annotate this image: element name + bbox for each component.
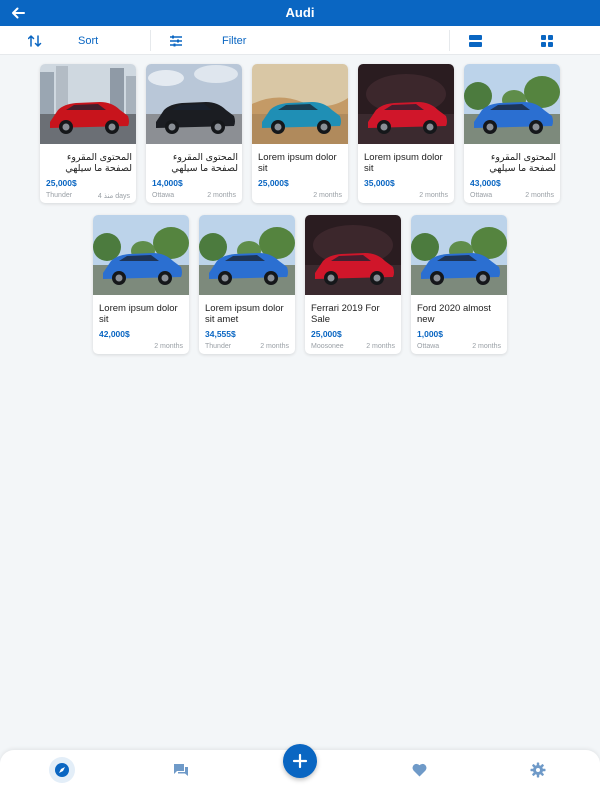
list-view-button[interactable] xyxy=(469,26,482,55)
listing-title: المحتوى المقروء لصفحة ما سيلهي xyxy=(489,152,556,174)
car-photo xyxy=(464,64,560,144)
listing-time: 2 months xyxy=(525,192,554,199)
listing-title: Lorem ipsum dolor sit amet xyxy=(205,303,284,325)
gear-icon xyxy=(530,762,546,778)
listing-card[interactable]: المحتوى المقروء لصفحة ما سيلهي 14,000$ Ott… xyxy=(146,64,242,203)
listing-card[interactable]: Ford 2020 almost new 1,000$ Ottawa 2 months xyxy=(411,215,507,354)
listing-card[interactable]: Lorem ipsum dolor sit amet 34,555$ Thunder… xyxy=(199,215,295,354)
listing-time: 2 months xyxy=(419,192,448,199)
add-listing-button[interactable] xyxy=(283,744,317,778)
listing-location: Ottawa xyxy=(470,192,493,199)
listing-price: 25,000$ xyxy=(46,178,77,188)
toolbar-divider xyxy=(449,30,450,51)
list-view-icon xyxy=(469,34,482,47)
listing-price: 43,000$ xyxy=(470,178,501,188)
listing-title: المحتوى المقروء لصفحة ما سيلهي xyxy=(65,152,132,174)
listing-time: 2 months xyxy=(366,343,395,350)
nav-favorites[interactable] xyxy=(406,757,432,783)
sort-filter-toolbar: Sort Filter xyxy=(0,26,600,55)
listing-time: 2 months xyxy=(260,343,289,350)
nav-messages[interactable] xyxy=(168,757,194,783)
sort-arrows-icon xyxy=(28,34,42,47)
sliders-icon xyxy=(170,35,182,46)
listing-title: Lorem ipsum dolor sit xyxy=(99,303,178,325)
nav-settings[interactable] xyxy=(525,757,551,783)
listing-time: 2 months xyxy=(154,343,183,350)
listing-card[interactable]: المحتوى المقروء لصفحة ما سيلهي 43,000$ Ott… xyxy=(464,64,560,203)
listing-time: 2 months xyxy=(207,192,236,199)
car-photo xyxy=(40,64,136,144)
listing-time: 2 months xyxy=(313,192,342,199)
listing-price: 25,000$ xyxy=(311,329,342,339)
page-title: Audi xyxy=(285,5,315,20)
listing-time: 2 months xyxy=(472,343,501,350)
listing-card[interactable]: Ferrari 2019 For Sale 25,000$ Moosonee 2 mo… xyxy=(305,215,401,354)
listing-location: Ottawa xyxy=(417,343,440,350)
listing-location: Thunder xyxy=(205,343,232,350)
heart-icon xyxy=(412,763,426,777)
listing-title: Ford 2020 almost new xyxy=(417,303,491,325)
listing-price: 35,000$ xyxy=(364,178,395,188)
listing-price: 14,000$ xyxy=(152,178,183,188)
listing-price: 34,555$ xyxy=(205,329,236,339)
sort-button[interactable]: Sort xyxy=(28,26,98,55)
compass-icon xyxy=(55,763,69,777)
grid-view-icon xyxy=(541,34,553,47)
listing-title: Lorem ipsum dolor sit xyxy=(258,152,337,174)
listing-card[interactable]: Lorem ipsum dolor sit 35,000$ 2 months xyxy=(358,64,454,203)
app-bar: Audi xyxy=(0,0,600,26)
listing-card[interactable]: المحتوى المقروء لصفحة ما سيلهي 25,000$ Thu… xyxy=(40,64,136,203)
listing-price: 42,000$ xyxy=(99,329,130,339)
listing-price: 1,000$ xyxy=(417,329,443,339)
car-photo xyxy=(199,215,295,295)
listing-time: منذ 4 days xyxy=(97,193,130,200)
car-photo xyxy=(358,64,454,144)
nav-explore[interactable] xyxy=(49,757,75,783)
car-photo xyxy=(411,215,507,295)
sort-label: Sort xyxy=(78,34,99,47)
listing-location: Moosonee xyxy=(311,343,344,350)
chat-icon xyxy=(174,763,188,776)
listing-title: المحتوى المقروء لصفحة ما سيلهي xyxy=(171,152,238,174)
plus-icon xyxy=(292,753,308,769)
filter-button[interactable]: Filter xyxy=(169,26,246,55)
listing-location: Thunder xyxy=(46,192,73,199)
listing-title: Ferrari 2019 For Sale xyxy=(311,303,380,325)
car-photo xyxy=(93,215,189,295)
filter-label: Filter xyxy=(222,34,247,47)
grid-view-button[interactable] xyxy=(541,26,553,55)
listing-card[interactable]: Lorem ipsum dolor sit 25,000$ 2 months xyxy=(252,64,348,203)
listing-price: 25,000$ xyxy=(258,178,289,188)
car-photo xyxy=(146,64,242,144)
toolbar-divider xyxy=(150,30,151,51)
listing-title: Lorem ipsum dolor sit xyxy=(364,152,443,174)
car-photo xyxy=(305,215,401,295)
listing-location: Ottawa xyxy=(152,192,175,199)
car-photo xyxy=(252,64,348,144)
listing-card[interactable]: Lorem ipsum dolor sit 42,000$ 2 months xyxy=(93,215,189,354)
